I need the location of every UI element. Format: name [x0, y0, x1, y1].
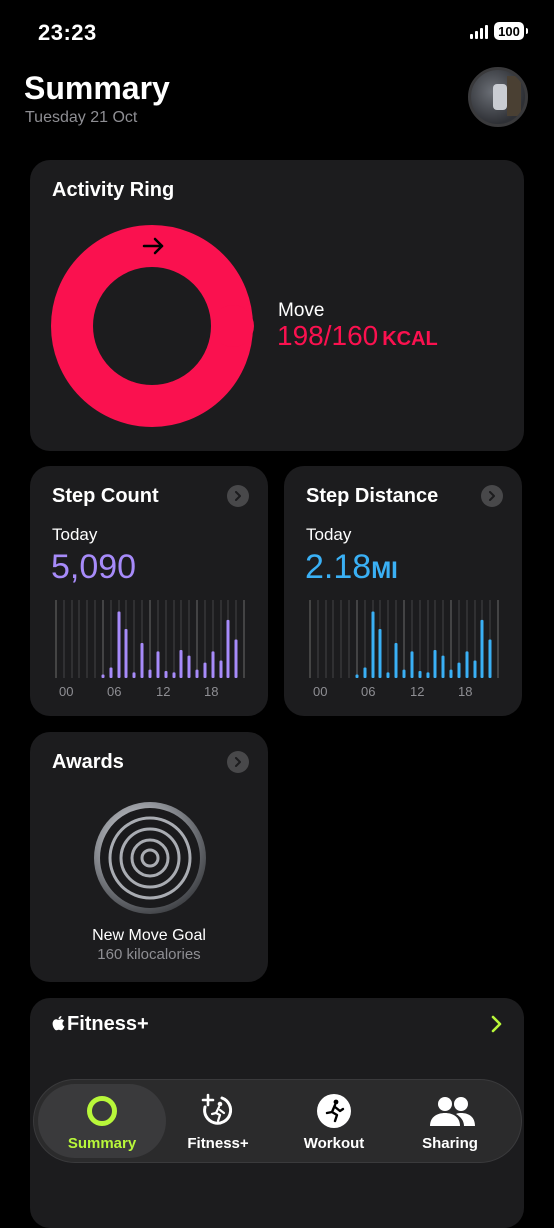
distance-bar	[465, 651, 469, 678]
step-hour-label: 06	[107, 684, 122, 699]
status-indicators: 100	[470, 22, 528, 40]
distance-bar	[410, 651, 414, 678]
distance-today-label: Today	[306, 525, 352, 544]
chevron-right-icon[interactable]	[490, 1015, 504, 1033]
step-bar	[101, 674, 105, 678]
distance-bar	[386, 672, 390, 678]
distance-bar	[488, 639, 492, 678]
tab-sharing[interactable]: Sharing	[390, 1090, 510, 1154]
distance-bar	[363, 667, 367, 678]
awards-title: Awards	[52, 751, 124, 773]
step-count-chart	[55, 600, 245, 678]
tab-label: Fitness+	[187, 1135, 249, 1152]
award-name: New Move Goal	[92, 927, 206, 944]
step-today-label: Today	[52, 525, 98, 544]
step-bar	[164, 671, 168, 678]
tab-summary[interactable]: Summary	[42, 1090, 162, 1154]
distance-hour-label: 12	[410, 684, 425, 699]
ring-overlap-cap	[212, 305, 254, 347]
step-bar	[132, 672, 136, 678]
step-bar	[226, 619, 230, 678]
step-bar	[187, 655, 191, 678]
award-description: 160 kilocalories	[97, 946, 201, 963]
fitness-plus-icon	[201, 1093, 233, 1125]
step-count-title: Step Count	[52, 485, 159, 507]
step-bar	[219, 660, 223, 678]
tab-label: Sharing	[422, 1135, 478, 1152]
step-bar	[148, 669, 152, 678]
distance-hour-label: 00	[313, 684, 328, 699]
distance-bar	[355, 674, 359, 678]
step-bar	[234, 639, 238, 678]
battery-tip	[526, 28, 528, 34]
distance-bar	[457, 662, 461, 678]
step-bar	[195, 669, 199, 678]
step-bar	[156, 651, 160, 678]
distance-value: 2.18	[305, 548, 372, 586]
fitness-plus-title: Fitness+	[67, 1013, 149, 1035]
award-medal-icon	[94, 802, 206, 914]
activity-ring-title: Activity Ring	[52, 179, 175, 201]
page-title: Summary	[24, 70, 170, 106]
step-distance-title: Step Distance	[306, 485, 439, 507]
move-value-row: 198/160 KCAL	[277, 320, 438, 352]
distance-hour-label: 18	[458, 684, 473, 699]
step-bar	[117, 611, 121, 678]
step-bar	[179, 650, 183, 678]
step-count-value: 5,090	[51, 548, 137, 586]
step-bar	[124, 629, 128, 678]
step-bar	[140, 643, 144, 678]
tab-fitness-plus[interactable]: Fitness+	[158, 1090, 278, 1154]
distance-bar	[378, 629, 382, 678]
step-bar	[172, 672, 176, 678]
chevron-right-icon[interactable]	[227, 751, 249, 773]
workout-runner-icon	[317, 1094, 351, 1128]
step-hour-label: 00	[59, 684, 74, 699]
distance-bar	[473, 660, 477, 678]
apple-logo-icon	[52, 1016, 65, 1031]
move-ring	[51, 225, 254, 427]
distance-bar	[441, 655, 445, 678]
status-time: 23:23	[38, 20, 97, 45]
move-label: Move	[278, 300, 325, 321]
step-bar	[203, 662, 207, 678]
tab-label: Summary	[67, 1135, 137, 1152]
step-bar	[109, 667, 113, 678]
distance-bar	[371, 611, 375, 678]
avatar[interactable]	[468, 67, 528, 127]
cellular-signal-icon	[470, 23, 488, 39]
distance-bar	[394, 643, 398, 678]
step-hour-label: 18	[204, 684, 219, 699]
distance-unit: MI	[371, 557, 398, 584]
sharing-people-icon	[430, 1097, 475, 1126]
distance-bar	[418, 671, 422, 678]
distance-bar	[449, 669, 453, 678]
tab-label: Workout	[303, 1135, 365, 1152]
distance-bar	[433, 650, 437, 678]
distance-bar	[402, 669, 406, 678]
distance-bar	[426, 672, 430, 678]
move-unit: KCAL	[382, 328, 438, 350]
move-value: 198/160	[277, 320, 379, 351]
activity-ring-icon	[87, 1096, 117, 1126]
distance-hour-label: 06	[361, 684, 376, 699]
step-hour-label: 12	[156, 684, 171, 699]
battery-icon: 100	[494, 22, 524, 40]
step-distance-chart	[309, 600, 499, 678]
distance-value-row: 2.18MI	[305, 548, 398, 587]
chevron-right-icon[interactable]	[481, 485, 503, 507]
step-bar	[211, 651, 215, 678]
page-date: Tuesday 21 Oct	[25, 109, 138, 126]
tab-workout[interactable]: Workout	[274, 1090, 394, 1154]
chevron-right-icon[interactable]	[227, 485, 249, 507]
distance-bar	[480, 619, 484, 678]
